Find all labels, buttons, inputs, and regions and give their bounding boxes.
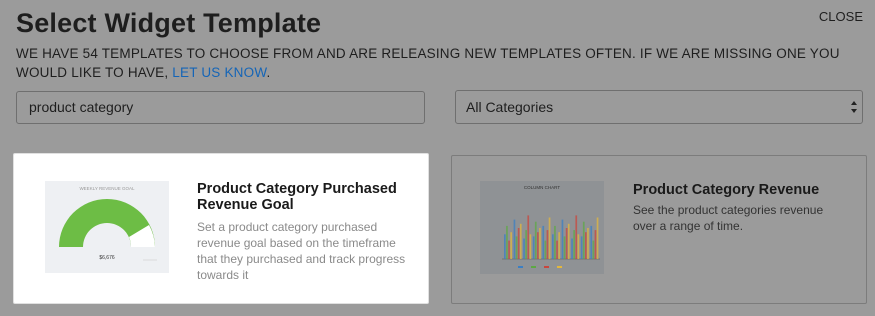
- modal-title: Select Widget Template: [16, 8, 322, 38]
- thumbnail-legend-swatch: [557, 266, 562, 268]
- column-chart-heading: COLUMN CHART: [524, 185, 560, 190]
- thumbnail-bar: [552, 234, 554, 259]
- thumbnail-bar: [532, 236, 535, 259]
- thumbnail-bar: [582, 221, 585, 259]
- thumbnail-bar: [561, 219, 564, 259]
- template-card-category-goal[interactable]: WEEKLY REVENUE GOAL $6,676 Product Categ…: [13, 153, 429, 304]
- thumbnail-bar: [585, 232, 587, 259]
- thumbnail-bar: [542, 225, 545, 259]
- thumbnail-bar: [567, 223, 570, 259]
- category-select-value: All Categories: [466, 99, 554, 115]
- thumbnail-bar: [544, 240, 547, 259]
- thumbnail-bar: [525, 230, 527, 259]
- thumbnail-bar: [527, 215, 530, 259]
- thumbnail-bar: [571, 238, 573, 259]
- intro-message: WE HAVE 54 TEMPLATES TO CHOOSE FROM AND …: [16, 46, 840, 80]
- thumbnail-bar: [523, 238, 525, 259]
- thumbnail-bar: [508, 240, 510, 259]
- template-description: Set a product category purchased revenue…: [197, 220, 406, 282]
- thumbnail-bar: [510, 232, 512, 259]
- select-arrows-icon: [851, 101, 857, 113]
- thumbnail-bar: [506, 225, 508, 259]
- gauge-value: $6,676: [99, 255, 115, 261]
- gauge-thumbnail: WEEKLY REVENUE GOAL $6,676: [45, 181, 169, 273]
- thumbnail-bar: [577, 234, 580, 259]
- thumbnail-bar: [565, 228, 568, 259]
- thumbnail-bar: [546, 230, 549, 259]
- thumbnail-bar: [519, 223, 522, 259]
- thumbnail-bar: [563, 236, 566, 259]
- template-title: Product Category Revenue: [633, 182, 820, 198]
- thumbnail-bar: [539, 228, 541, 259]
- thumbnail-bar: [554, 225, 556, 259]
- thumbnail-bar: [594, 230, 597, 259]
- thumbnail-bar: [587, 228, 589, 259]
- thumbnail-bar: [573, 230, 575, 259]
- thumbnail-legend-swatch: [531, 266, 536, 268]
- thumbnail-bar: [517, 228, 520, 259]
- thumbnail-legend-swatch: [544, 266, 549, 268]
- thumbnail-bar: [580, 236, 583, 259]
- thumbnail-bar: [515, 236, 518, 259]
- thumbnail-bar: [537, 232, 539, 259]
- thumbnail-bar: [575, 215, 578, 259]
- intro-period: .: [266, 65, 271, 80]
- template-description: See the product categories revenue over …: [633, 203, 824, 233]
- template-card-category-revenue[interactable]: COLUMN CHART Product Category Revenue Se…: [451, 155, 867, 304]
- thumbnail-legend-swatch: [518, 266, 523, 268]
- thumbnail-bar: [596, 217, 599, 259]
- thumbnail-bar: [590, 225, 593, 259]
- thumbnail-bar: [513, 219, 516, 259]
- search-input[interactable]: product category: [16, 91, 425, 124]
- close-button[interactable]: CLOSE: [819, 9, 863, 24]
- intro-text: WE HAVE 54 TEMPLATES TO CHOOSE FROM AND …: [16, 44, 856, 82]
- thumbnail-bar: [548, 217, 551, 259]
- column-chart-thumbnail: COLUMN CHART: [480, 181, 604, 274]
- thumbnail-bar: [592, 240, 595, 259]
- category-select[interactable]: All Categories: [455, 90, 863, 124]
- template-title: Product Category Purchased Revenue Goal: [197, 181, 397, 213]
- gauge-heading: WEEKLY REVENUE GOAL: [79, 186, 135, 191]
- thumbnail-bar: [534, 221, 537, 259]
- thumbnail-bar: [529, 234, 532, 259]
- thumbnail-bar: [558, 232, 560, 259]
- thumbnail-bar: [556, 240, 558, 259]
- thumbnail-bar: [504, 234, 506, 259]
- let-us-know-link[interactable]: LET US KNOW: [172, 65, 266, 80]
